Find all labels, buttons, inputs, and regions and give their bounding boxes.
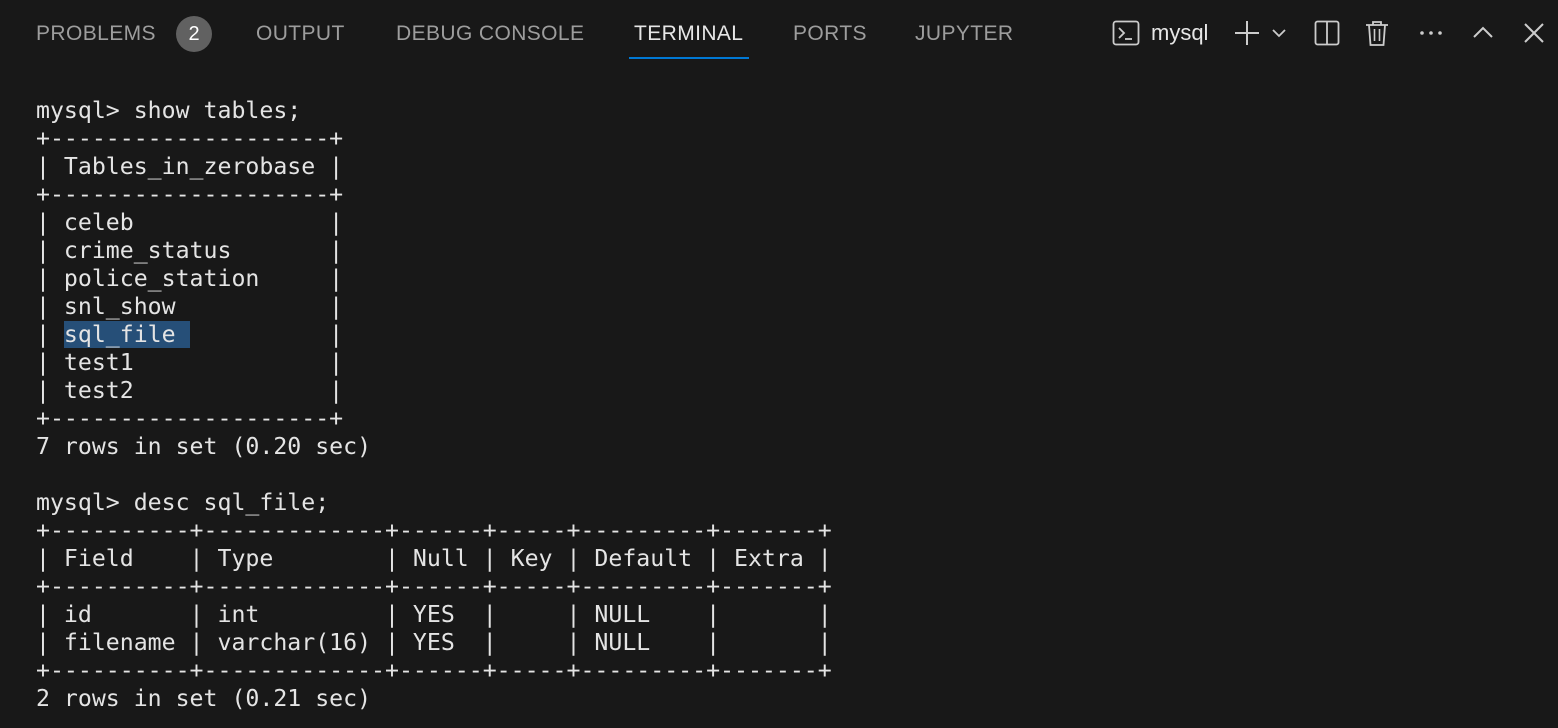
panel-header: PROBLEMS 2 OUTPUT DEBUG CONSOLE TERMINAL… (0, 0, 1558, 66)
terminal-line: +--------------------+ (36, 125, 344, 152)
tab-terminal[interactable]: TERMINAL (634, 20, 743, 48)
terminal-line: | police_station | (36, 265, 344, 292)
trash-icon[interactable] (1360, 14, 1394, 52)
terminal-line: +--------------------+ (36, 405, 344, 432)
terminal-line: | celeb | (36, 209, 344, 236)
tab-problems[interactable]: PROBLEMS (36, 20, 156, 48)
terminal-line: | id | int | YES | | NULL | | (36, 601, 832, 628)
terminal-line: +--------------------+ (36, 181, 344, 208)
terminal-text: | (36, 321, 64, 348)
terminal-line: | test1 | (36, 349, 344, 376)
selected-text: sql_file (63, 321, 190, 348)
terminal-line: | sql_file | (36, 321, 1536, 349)
tab-output[interactable]: OUTPUT (256, 20, 345, 48)
active-tab-indicator (629, 57, 749, 59)
terminal-line: +----------+-------------+------+-----+-… (36, 517, 832, 544)
terminal-line: 2 rows in set (0.21 sec) (36, 685, 372, 712)
tab-ports[interactable]: PORTS (793, 20, 867, 48)
terminal-line: | filename | varchar(16) | YES | | NULL … (36, 629, 832, 656)
problems-count-badge: 2 (176, 16, 212, 52)
terminal-line: +----------+-------------+------+-----+-… (36, 657, 832, 684)
tab-debug-console[interactable]: DEBUG CONSOLE (396, 20, 584, 48)
close-icon[interactable] (1518, 14, 1550, 52)
terminal-line: mysql> desc sql_file; (36, 489, 330, 516)
terminal-line: +----------+-------------+------+-----+-… (36, 573, 832, 600)
terminal-line: | Tables_in_zerobase | (36, 153, 344, 180)
terminal-output[interactable]: mysql> show tables; +--------------------… (36, 97, 1536, 717)
terminal-text: | (189, 321, 344, 348)
terminal-line: 7 rows in set (0.20 sec) (36, 433, 372, 460)
terminal-line: | snl_show | (36, 293, 344, 320)
plus-icon[interactable] (1230, 14, 1264, 52)
terminal-line: | Field | Type | Null | Key | Default | … (36, 545, 832, 572)
split-terminal-icon[interactable] (1310, 14, 1344, 52)
terminal-name[interactable]: mysql (1151, 18, 1208, 48)
terminal-icon[interactable] (1110, 14, 1142, 52)
chevron-down-icon[interactable] (1266, 14, 1292, 52)
terminal-line: mysql> show tables; (36, 97, 302, 124)
tab-jupyter[interactable]: JUPYTER (915, 20, 1013, 48)
terminal-line: | crime_status | (36, 237, 344, 264)
terminal-line: | test2 | (36, 377, 344, 404)
chevron-up-icon[interactable] (1466, 14, 1500, 52)
ellipsis-icon[interactable] (1414, 14, 1448, 52)
